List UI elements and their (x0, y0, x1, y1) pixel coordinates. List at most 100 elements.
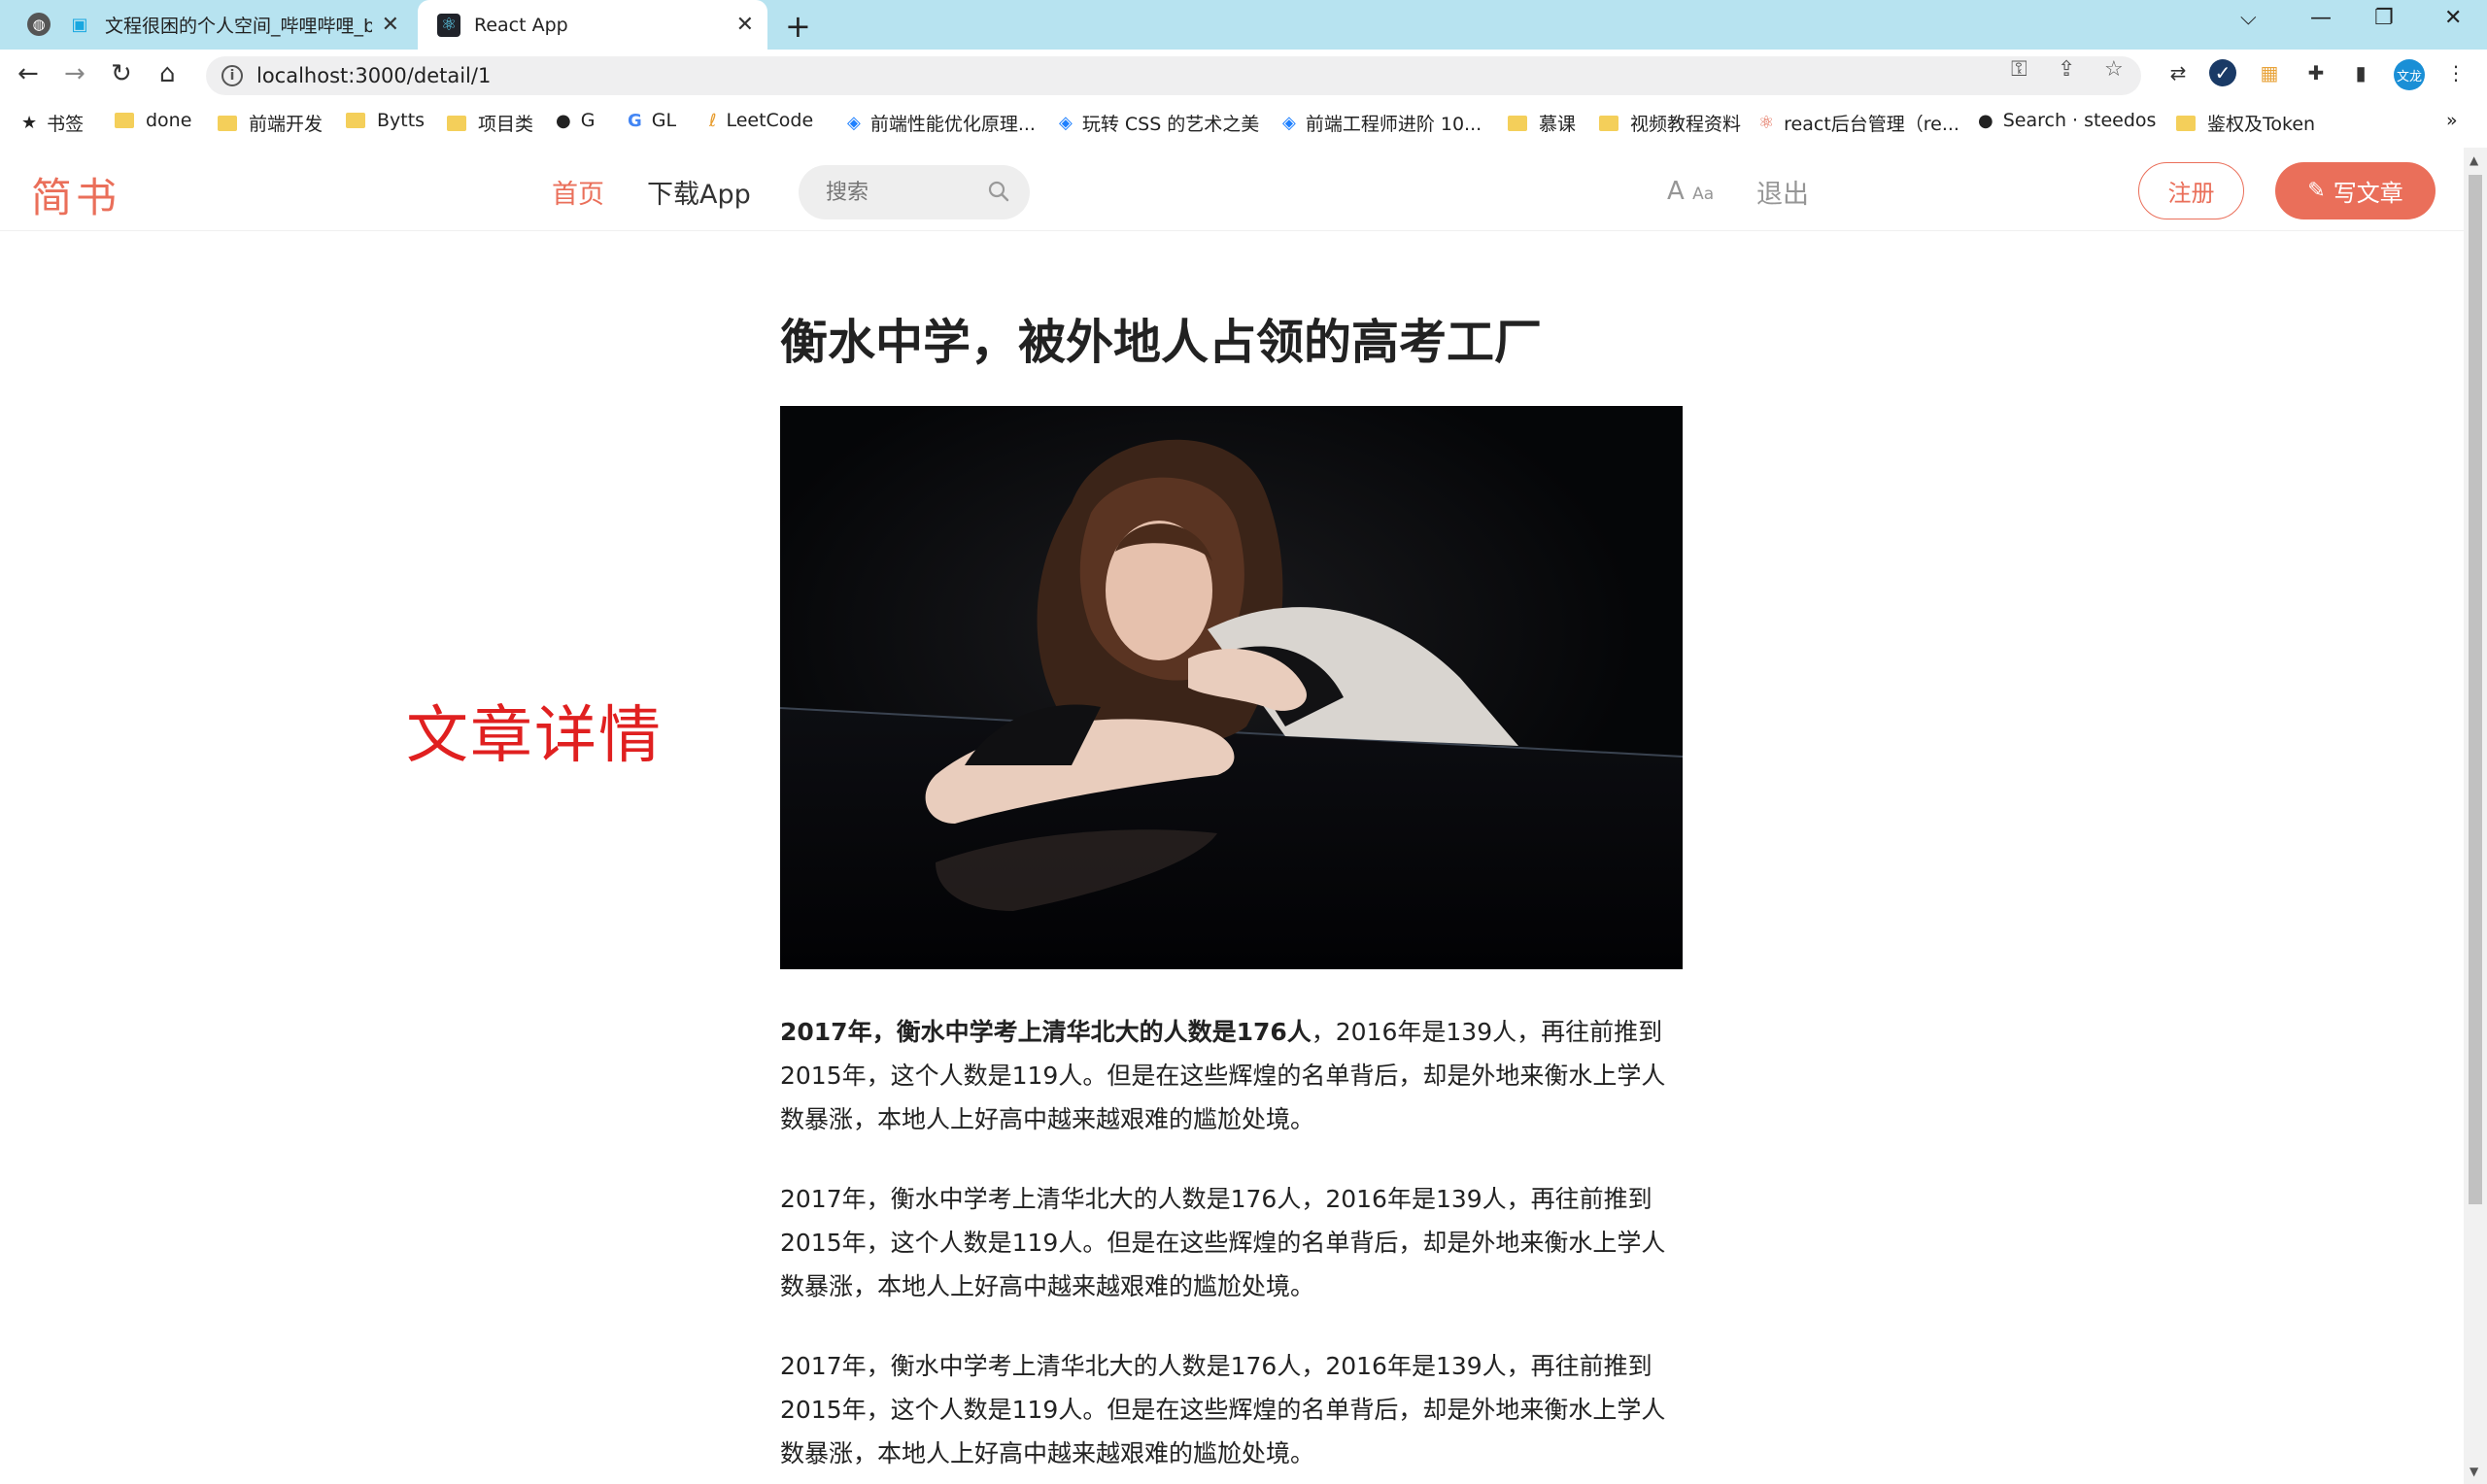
restore-button[interactable]: ❐ (2374, 6, 2394, 30)
font-size-icon[interactable]: A Aa (1667, 177, 1714, 206)
bookmark-label: 鉴权及Token (2207, 114, 2316, 135)
search-input[interactable] (799, 165, 983, 219)
font-size-large-label: A (1667, 177, 1685, 206)
bookmark-label: LeetCode (726, 110, 814, 131)
new-tab-button[interactable]: + (785, 8, 811, 45)
font-size-small-label: Aa (1692, 185, 1715, 204)
forward-button[interactable]: → (64, 59, 85, 88)
article-body: 2017年，衡水中学考上清华北大的人数是176人，2016年是139人，再往前推… (780, 1010, 1684, 1475)
bookmark-item[interactable]: ℓ LeetCode (709, 110, 813, 131)
paragraph-bold-lead: 2017年，衡水中学考上清华北大的人数是176人 (780, 1018, 1312, 1046)
minimize-button[interactable]: — (2310, 6, 2332, 30)
bookmark-item[interactable]: 慕课 (1508, 110, 1576, 136)
url-bar[interactable]: i localhost:3000/detail/1 (206, 56, 2141, 95)
bookmark-label: 项目类 (478, 114, 534, 135)
register-button[interactable]: 注册 (2138, 162, 2244, 219)
check-extension-icon[interactable]: ✓ (2209, 59, 2236, 86)
home-icon[interactable]: ⌂ (159, 59, 176, 88)
site-header: 简书 首页 下载App A Aa 退出 注册 ✎ 写文章 (0, 148, 2464, 231)
article-paragraph: 2017年，衡水中学考上清华北大的人数是176人，2016年是139人，再往前推… (780, 1344, 1684, 1475)
article-paragraph: 2017年，衡水中学考上清华北大的人数是176人，2016年是139人，再往前推… (780, 1010, 1684, 1141)
bookmark-item[interactable]: 前端开发 (218, 110, 323, 136)
pen-icon: ✎ (2307, 179, 2326, 203)
star-icon: ★ (21, 113, 38, 133)
back-button[interactable]: ← (17, 59, 39, 88)
article-paragraph: 2017年，衡水中学考上清华北大的人数是176人，2016年是139人，再往前推… (780, 1177, 1684, 1308)
article-image (780, 406, 1683, 969)
menu-icon[interactable]: ⋮ (2442, 59, 2470, 86)
tab-bilibili[interactable]: ▣ 文程很困的个人空间_哔哩哔哩_b ✕ (68, 0, 413, 50)
bilibili-icon: ▣ (71, 15, 88, 35)
bookmark-item[interactable]: G GL (628, 110, 676, 131)
profile-avatar[interactable]: 文龙 (2394, 59, 2425, 90)
info-icon[interactable]: i (221, 65, 243, 86)
bookmark-label: 前端工程师进阶 10... (1305, 114, 1482, 135)
extension-icon[interactable]: ▦ (2256, 59, 2283, 86)
bookmark-item[interactable]: ◈ 前端性能优化原理... (847, 110, 1036, 136)
bookmark-item[interactable]: ◈ 前端工程师进阶 10... (1282, 110, 1482, 136)
site-logo[interactable]: 简书 (31, 165, 120, 224)
bookmark-item[interactable]: 项目类 (447, 110, 533, 136)
folder-icon (447, 115, 466, 131)
scrollbar-thumb[interactable] (2469, 175, 2482, 1204)
folder-icon (2176, 115, 2196, 131)
close-icon[interactable]: ✕ (736, 13, 754, 37)
tab-react-app[interactable]: ⚛ React App ✕ (418, 0, 767, 50)
close-icon[interactable]: ✕ (382, 13, 399, 37)
bookmarks-bar: ★ 书签 done 前端开发 Bytts 项目类 ● G G GL ℓ LeetCode… (0, 100, 2487, 145)
window-close-button[interactable]: ✕ (2444, 6, 2462, 30)
paragraph-text: 2017年，衡水中学考上清华北大的人数是176人，2016年是139人，再往前推… (780, 1352, 1666, 1467)
bookmark-item[interactable]: 视频教程资料 (1599, 110, 1741, 136)
bookmark-label: react后台管理（re... (1784, 114, 1959, 135)
puzzle-icon[interactable]: ✚ (2302, 59, 2330, 86)
page-viewport: 简书 首页 下载App A Aa 退出 注册 ✎ 写文章 文章详情 衡水中学，被… (0, 148, 2464, 1484)
share-icon[interactable]: ⇪ (2058, 57, 2075, 82)
write-article-button[interactable]: ✎ 写文章 (2275, 162, 2436, 219)
folder-icon (115, 113, 134, 128)
bookmark-star-icon[interactable]: ☆ (2104, 57, 2124, 82)
bookmark-item[interactable]: 鉴权及Token (2176, 110, 2315, 136)
globe-icon[interactable]: ◍ (27, 13, 51, 36)
translate-extension-icon[interactable]: ⇄ (2164, 59, 2192, 86)
nav-home-link[interactable]: 首页 (552, 173, 604, 211)
bookmark-label: 书签 (47, 114, 85, 135)
folder-icon (1599, 115, 1618, 131)
bookmark-label: 前端性能优化原理... (869, 114, 1036, 135)
chevron-down-icon[interactable]: ⌵ (2240, 6, 2257, 30)
google-icon: G (628, 110, 642, 131)
portrait-photo (780, 406, 1683, 969)
bookmark-item[interactable]: ⚛ react后台管理（re... (1758, 110, 1959, 136)
article-title: 衡水中学，被外地人占领的高考工厂 (780, 315, 1543, 370)
bookmark-label: G (580, 110, 596, 131)
folder-icon (346, 113, 365, 128)
bookmark-item[interactable]: ★ 书签 (21, 110, 84, 136)
bookmark-label: 视频教程资料 (1630, 114, 1742, 135)
article: 衡水中学，被外地人占领的高考工厂 2017年，衡水中学考上清华北大的人数是176… (780, 309, 1684, 1484)
bookmark-label: 玩转 CSS 的艺术之美 (1081, 114, 1260, 135)
bookmark-item[interactable]: ● Search · steedos (1978, 110, 2156, 131)
scroll-up-icon[interactable]: ▲ (2470, 153, 2478, 167)
bookmark-label: 前端开发 (249, 114, 324, 135)
bookmark-label: GL (651, 110, 677, 131)
bookmark-item[interactable]: done (115, 110, 191, 131)
reload-button[interactable]: ↻ (111, 59, 132, 88)
nav-download-app-link[interactable]: 下载App (647, 173, 751, 211)
browser-tab-strip: ◍ ▣ 文程很困的个人空间_哔哩哔哩_b ✕ ⚛ React App ✕ + ⌵… (0, 0, 2487, 50)
react-icon: ⚛ (1758, 113, 1775, 133)
bookmark-item[interactable]: Bytts (346, 110, 425, 131)
search-icon[interactable] (985, 178, 1012, 205)
url-text[interactable]: localhost:3000/detail/1 (256, 64, 491, 87)
bookmarks-overflow-icon[interactable]: » (2446, 110, 2458, 131)
bookmark-item[interactable]: ● G (556, 110, 595, 131)
bookmark-item[interactable]: ◈ 玩转 CSS 的艺术之美 (1059, 110, 1259, 136)
scroll-down-icon[interactable]: ▼ (2470, 1465, 2478, 1478)
react-icon: ⚛ (437, 13, 460, 37)
sidepanel-icon[interactable]: ▮ (2347, 59, 2374, 86)
tab-title: 文程很困的个人空间_哔哩哔哩_b (105, 16, 372, 37)
logout-link[interactable]: 退出 (1756, 173, 1809, 211)
vertical-scrollbar[interactable]: ▲ ▼ (2464, 148, 2487, 1484)
key-icon[interactable]: ⚿ (2011, 57, 2027, 82)
juejin-icon: ◈ (847, 113, 861, 133)
write-article-label: 写文章 (2333, 180, 2403, 207)
bookmark-label: 慕课 (1539, 114, 1577, 135)
